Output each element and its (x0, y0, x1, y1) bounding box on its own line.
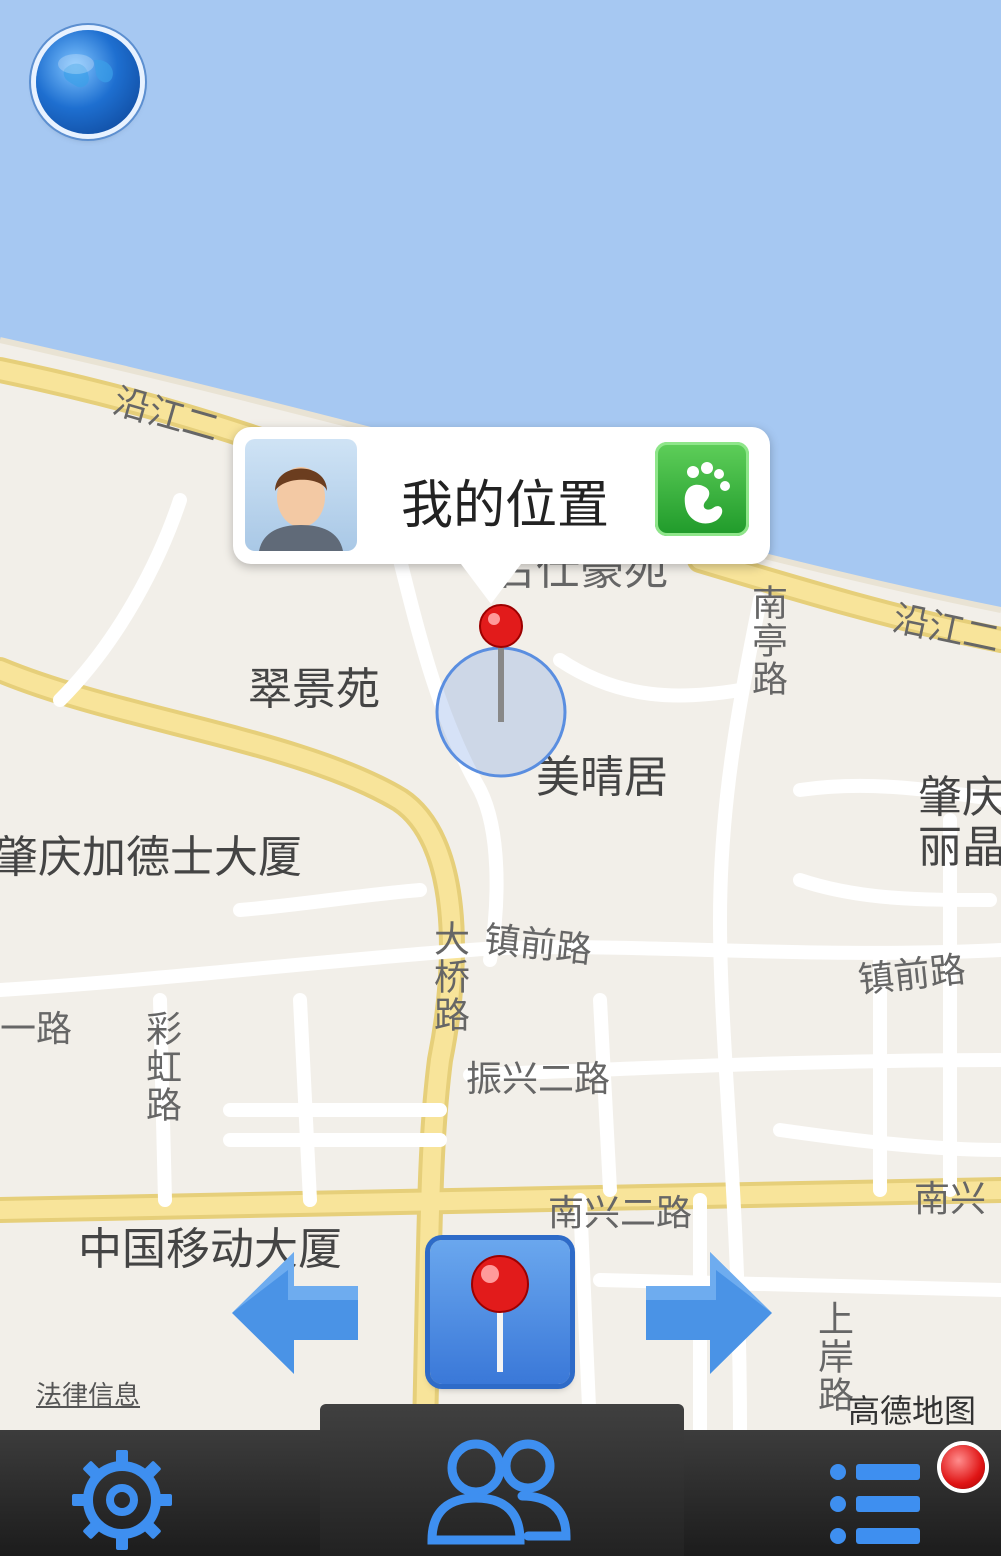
road-label-shangan: 上岸路 (812, 1300, 853, 1414)
road-label-partial: 一路 (0, 1009, 73, 1050)
road-label-caihong: 彩虹路 (140, 1010, 181, 1124)
my-location-title: 我的位置 (401, 476, 610, 536)
poi-label-jiadeshi[interactable]: 肇庆加德士大厦 (0, 836, 302, 880)
avatar[interactable] (245, 439, 357, 551)
road-label-nanxing: 南兴二路 (548, 1193, 693, 1234)
person-icon (259, 467, 343, 551)
list-icon (830, 1464, 920, 1544)
pin-icon (471, 1255, 529, 1372)
poi-label-cuijing[interactable]: 翠景苑 (248, 668, 380, 712)
globe-icon[interactable] (36, 30, 140, 134)
friends-button[interactable] (424, 1436, 574, 1552)
menu-list-button[interactable] (828, 1462, 924, 1550)
map-provider-logo: 高德地图 (848, 1392, 977, 1430)
footprint-button[interactable] (655, 442, 749, 536)
map-canvas (0, 0, 1001, 1430)
gear-icon (72, 1450, 172, 1550)
bottom-toolbar (0, 1404, 1001, 1556)
settings-button[interactable] (72, 1450, 172, 1554)
notification-badge (941, 1445, 985, 1489)
legal-info-link[interactable]: 法律信息 (36, 1375, 140, 1412)
globe-continents (58, 54, 113, 88)
map-view[interactable]: 名仕豪苑 翠景苑 美晴居 肇庆加德士大厦 中国移动大厦 肇庆 丽晶 沿江二 沿江… (0, 0, 1001, 1430)
road-label-daqiao: 大桥路 (428, 920, 469, 1034)
footprint-icon (684, 462, 730, 524)
road-label-nanting: 南亭路 (746, 584, 787, 698)
arrow-right-icon (646, 1252, 772, 1374)
road-label-zhenxing: 振兴二路 (466, 1059, 611, 1100)
people-icon (427, 1439, 571, 1545)
poi-label-lijing[interactable]: 丽晶 (918, 826, 1001, 870)
my-location-bubble[interactable]: 我的位置 (233, 427, 770, 604)
poi-label-meiqing[interactable]: 美晴居 (536, 756, 668, 800)
road-label-nanxing-east: 南兴 (914, 1179, 987, 1220)
arrow-left-icon (232, 1252, 358, 1374)
locate-me-button[interactable] (430, 1240, 570, 1384)
poi-label-zhaoqing[interactable]: 肇庆 (918, 776, 1001, 820)
